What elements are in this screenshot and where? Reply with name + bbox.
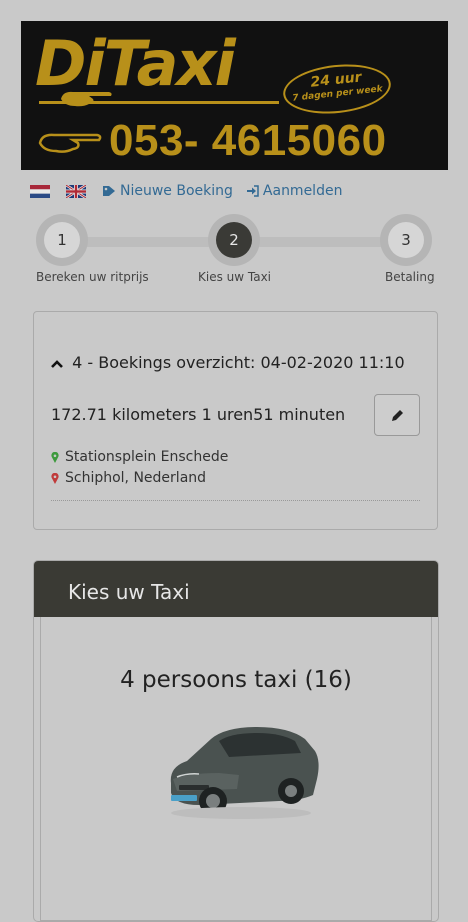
new-booking-link[interactable]: Nieuwe Boeking (102, 183, 233, 199)
top-nav: Nieuwe Boeking Aanmelden (30, 181, 356, 201)
login-label: Aanmelden (262, 183, 343, 199)
summary-title[interactable]: 4 - Boekings overzicht: 04-02-2020 11:10 (51, 353, 411, 372)
step-3-label: Betaling (385, 270, 435, 284)
taxi-car-image (170, 727, 319, 819)
tag-icon (103, 186, 115, 196)
step-2-active[interactable]: 2 (208, 214, 260, 266)
summary-divider (51, 500, 420, 501)
taxi-option-card[interactable]: 4 persoons taxi (16) (40, 617, 432, 921)
sign-in-icon (246, 185, 259, 197)
booking-summary-panel: 4 - Boekings overzicht: 04-02-2020 11:10… (33, 311, 438, 530)
uk-flag-icon[interactable] (66, 184, 86, 198)
destination-location: Schiphol, Nederland (51, 470, 206, 486)
phone-number[interactable]: 053- 4615060 (109, 115, 387, 167)
edit-booking-button[interactable] (374, 394, 420, 436)
step-2-label: Kies uw Taxi (198, 270, 272, 284)
pointing-hand-icon (61, 91, 112, 107)
pickup-location: Stationsplein Enschede (51, 449, 228, 465)
map-marker-icon (51, 472, 59, 484)
new-booking-label: Nieuwe Boeking (120, 183, 233, 199)
step-1-label: Bereken uw ritprijs (36, 270, 149, 284)
ditaxi-banner: DiTaxi 24 uur 7 dagen per week 053- 4615… (21, 21, 448, 170)
taxi-option-name: 4 persoons taxi (16) (120, 667, 352, 693)
step-3[interactable]: 3 (380, 214, 432, 266)
choose-taxi-header: Kies uw Taxi (34, 561, 438, 617)
dutch-flag-icon[interactable] (30, 184, 50, 198)
pointing-hand-icon (38, 133, 102, 153)
trip-distance-duration: 172.71 kilometers 1 uren51 minuten (51, 405, 346, 424)
login-link[interactable]: Aanmelden (246, 183, 343, 199)
map-marker-icon (51, 451, 59, 463)
chevron-up-icon (51, 359, 63, 368)
step-1[interactable]: 1 (36, 214, 88, 266)
choose-taxi-panel: Kies uw Taxi 4 persoons taxi (16) (33, 560, 439, 922)
booking-stepper: 1 2 3 Bereken uw ritprijs Kies uw Taxi B… (30, 210, 440, 290)
open-24-7-badge: 24 uur 7 dagen per week (280, 59, 394, 119)
pencil-icon (391, 409, 403, 421)
